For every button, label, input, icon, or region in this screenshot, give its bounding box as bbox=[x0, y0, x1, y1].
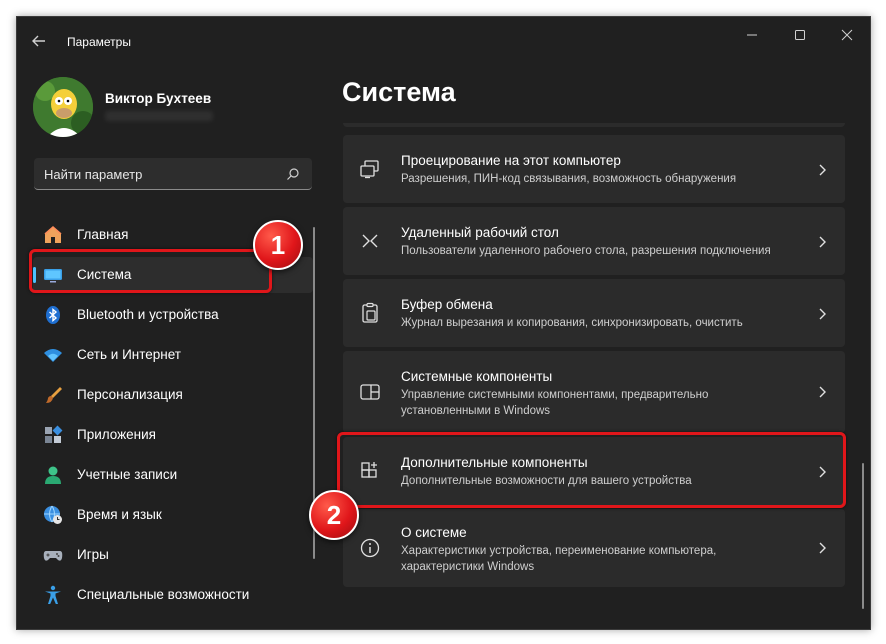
sidebar-item-bluetooth[interactable]: Bluetooth и устройства bbox=[33, 297, 313, 333]
page-title: Система bbox=[342, 77, 456, 107]
sidebar-item-gaming[interactable]: Игры bbox=[33, 537, 313, 573]
brush-icon bbox=[46, 387, 62, 403]
card-system-components[interactable]: Системные компоненты Управление системны… bbox=[343, 351, 845, 433]
sidebar-item-accounts[interactable]: Учетные записи bbox=[33, 457, 313, 493]
sidebar-item-label: Приложения bbox=[77, 427, 156, 442]
sidebar-item-label: Специальные возможности bbox=[77, 587, 250, 602]
step-badge-1: 1 bbox=[253, 220, 303, 270]
sidebar-item-personalization[interactable]: Персонализация bbox=[33, 377, 313, 413]
card-clipboard[interactable]: Буфер обмена Журнал вырезания и копирова… bbox=[343, 279, 845, 347]
info-icon bbox=[360, 538, 380, 558]
accessibility-icon bbox=[45, 585, 61, 604]
sidebar-item-accessibility[interactable]: Специальные возможности bbox=[33, 577, 313, 613]
card-description: Разрешения, ПИН-код связывания, возможно… bbox=[401, 173, 737, 185]
content-scrollbar[interactable] bbox=[862, 463, 864, 609]
card-title: Системные компоненты bbox=[401, 369, 553, 384]
user-email-blurred bbox=[105, 111, 213, 121]
card-description: Управление системными компонентами, пред… bbox=[401, 389, 709, 417]
globe-clock-icon bbox=[44, 505, 62, 524]
title-bar: Параметры bbox=[17, 17, 870, 65]
system-components-icon bbox=[360, 384, 380, 400]
sidebar-item-apps[interactable]: Приложения bbox=[33, 417, 313, 453]
sidebar-item-time-language[interactable]: Время и язык bbox=[33, 497, 313, 533]
chevron-right-icon bbox=[819, 386, 826, 398]
sidebar-item-label: Учетные записи bbox=[77, 467, 178, 482]
sidebar-item-label: Персонализация bbox=[77, 387, 183, 402]
card-description: Пользователи удаленного рабочего стола, … bbox=[401, 245, 771, 257]
card-about[interactable]: О системе Характеристики устройства, пер… bbox=[343, 509, 845, 587]
card-projection[interactable]: Проецирование на этот компьютер Разрешен… bbox=[343, 135, 845, 203]
step-badge-2: 2 bbox=[309, 490, 359, 540]
gamepad-icon bbox=[43, 551, 63, 561]
chevron-right-icon bbox=[819, 164, 826, 176]
sidebar-item-label: Сеть и Интернет bbox=[77, 347, 181, 362]
bluetooth-icon bbox=[46, 306, 60, 324]
settings-window: Параметры Виктор Бухтеев Найти параметр bbox=[16, 16, 871, 630]
sidebar-item-label: Главная bbox=[77, 227, 129, 242]
sidebar-item-label: Игры bbox=[77, 547, 109, 562]
app-title: Параметры bbox=[67, 35, 131, 49]
person-icon bbox=[45, 466, 61, 484]
search-input[interactable]: Найти параметр bbox=[44, 167, 142, 182]
maximize-icon[interactable] bbox=[785, 25, 815, 45]
sidebar-item-label: Bluetooth и устройства bbox=[77, 307, 219, 322]
card-title: Удаленный рабочий стол bbox=[401, 225, 559, 240]
minimize-icon[interactable] bbox=[737, 25, 767, 45]
card-description: Характеристики устройства, переименовани… bbox=[401, 545, 717, 573]
card-title: Буфер обмена bbox=[401, 297, 493, 312]
chevron-right-icon bbox=[819, 308, 826, 320]
close-icon[interactable] bbox=[832, 25, 862, 45]
clipboard-icon bbox=[362, 302, 378, 323]
wifi-icon bbox=[44, 349, 62, 362]
highlight-optional-features bbox=[337, 432, 846, 508]
card-title: О системе bbox=[401, 525, 467, 540]
sidebar-item-label: Время и язык bbox=[77, 507, 162, 522]
chevron-right-icon bbox=[819, 236, 826, 248]
user-name: Виктор Бухтеев bbox=[105, 91, 212, 106]
back-arrow-icon[interactable] bbox=[29, 31, 49, 51]
remote-desktop-icon bbox=[362, 234, 378, 248]
card-description: Журнал вырезания и копирования, синхрони… bbox=[401, 317, 743, 329]
home-icon bbox=[44, 226, 62, 243]
card-remote-desktop[interactable]: Удаленный рабочий стол Пользователи удал… bbox=[343, 207, 845, 275]
projection-icon bbox=[360, 160, 379, 179]
card-title: Проецирование на этот компьютер bbox=[401, 153, 621, 168]
search-icon[interactable] bbox=[286, 167, 300, 181]
chevron-right-icon bbox=[819, 542, 826, 554]
highlight-system bbox=[29, 249, 272, 293]
avatar[interactable] bbox=[33, 77, 93, 137]
card-partial bbox=[343, 123, 845, 127]
sidebar-item-network[interactable]: Сеть и Интернет bbox=[33, 337, 313, 373]
apps-icon bbox=[45, 425, 63, 443]
search-box[interactable]: Найти параметр bbox=[34, 158, 312, 190]
